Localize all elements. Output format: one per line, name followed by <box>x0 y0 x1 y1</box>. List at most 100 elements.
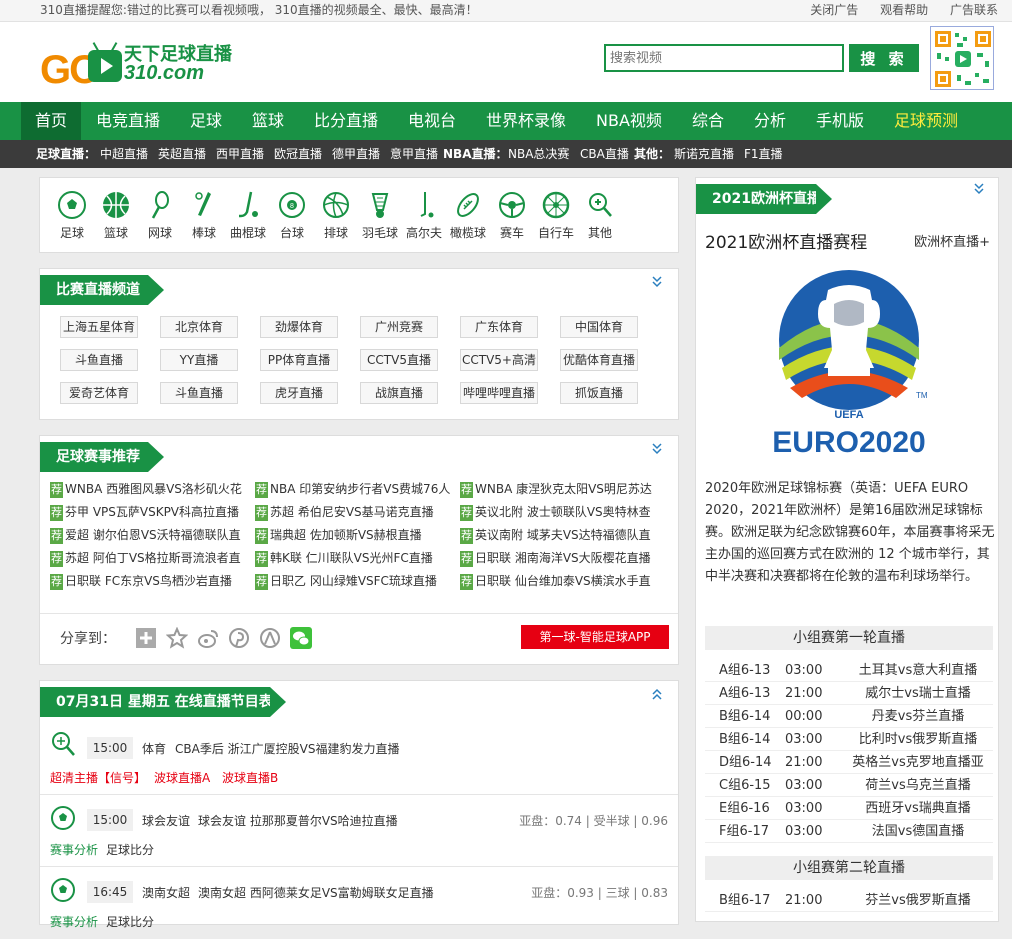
match-name[interactable]: 比利时vs俄罗斯直播 <box>843 728 993 751</box>
subnav-link[interactable]: NBA总决赛 <box>508 140 569 168</box>
nav-mobile[interactable]: 手机版 <box>816 102 864 140</box>
recommend-item[interactable]: 荐英议北附 波士顿联队VS奥特林查 <box>460 504 656 521</box>
recommend-item[interactable]: 荐瑞典超 佐加顿斯VS赫根直播 <box>255 527 451 544</box>
subnav-link[interactable]: 斯诺克直播 <box>674 140 734 168</box>
recommend-item[interactable]: 荐日职联 仙台维加泰VS横滨水手直 <box>460 573 656 590</box>
channel-link[interactable]: 抓饭直播 <box>560 382 638 404</box>
match-title[interactable]: CBA季后 浙江广厦控股VS福建豹发力直播 <box>175 740 399 757</box>
app-download-button[interactable]: 第一球-智能足球APP <box>521 625 669 649</box>
weibo-icon[interactable] <box>197 627 219 649</box>
nav-general[interactable]: 综合 <box>692 102 724 140</box>
channel-link[interactable]: 北京体育 <box>160 316 238 338</box>
channel-link[interactable]: YY直播 <box>160 349 238 371</box>
stream-link[interactable]: 波球直播A <box>154 769 210 786</box>
channel-link[interactable]: 虎牙直播 <box>260 382 338 404</box>
recommend-item[interactable]: 荐日职联 FC东京VS鸟栖沙岩直播 <box>50 573 246 590</box>
channel-link[interactable]: 战旗直播 <box>360 382 438 404</box>
sport-basketball[interactable]: 篮球 <box>96 190 136 241</box>
recommend-item[interactable]: 荐 WNBA 西雅图风暴VS洛杉矶火花 <box>50 481 246 498</box>
close-ad-link[interactable]: 关闭广告 <box>810 3 858 17</box>
channel-link[interactable]: 爱奇艺体育 <box>60 382 138 404</box>
match-name[interactable]: 法国vs德国直播 <box>843 820 993 843</box>
nav-football[interactable]: 足球 <box>190 102 222 140</box>
chevron-up-icon[interactable] <box>650 687 664 701</box>
recommend-item[interactable]: 荐 NBA 印第安纳步行者VS费城76人 <box>255 481 451 498</box>
euro-more-link[interactable]: 欧洲杯直播+ <box>914 231 990 250</box>
channel-link[interactable]: 广州竞赛 <box>360 316 438 338</box>
match-name[interactable]: 英格兰vs克罗地直播亚 <box>843 751 993 774</box>
analysis-link[interactable]: 赛事分析 <box>50 841 98 858</box>
stream-link[interactable]: 超清主播【信号】 <box>50 769 146 786</box>
nav-nba-video[interactable]: NBA视频 <box>596 102 662 140</box>
chevron-down-icon[interactable] <box>972 182 986 196</box>
sport-football[interactable]: 足球 <box>52 190 92 241</box>
channel-link[interactable]: CCTV5+高清 <box>460 349 538 371</box>
favorite-star-icon[interactable] <box>166 627 188 649</box>
recommend-item[interactable]: 荐日职联 湘南海洋VS大阪樱花直播 <box>460 550 656 567</box>
sport-badminton[interactable]: 羽毛球 <box>360 190 400 241</box>
recommend-item[interactable]: 荐韩K联 仁川联队VS光州FC直播 <box>255 550 451 567</box>
score-link[interactable]: 足球比分 <box>106 841 154 858</box>
sport-other[interactable]: 其他 <box>580 190 620 241</box>
subnav-link[interactable]: 中超直播 <box>100 140 148 168</box>
subnav-link[interactable]: 英超直播 <box>158 140 206 168</box>
nav-basketball[interactable]: 篮球 <box>252 102 284 140</box>
match-title[interactable]: 球会友谊 拉那那夏普尔VS哈迪拉直播 <box>198 812 398 829</box>
stream-link[interactable]: 波球直播B <box>222 769 278 786</box>
nav-home[interactable]: 首页 <box>21 102 82 140</box>
score-link[interactable]: 足球比分 <box>106 913 154 930</box>
match-name[interactable]: 威尔士vs瑞士直播 <box>843 682 993 705</box>
sport-hockey[interactable]: 曲棍球 <box>228 190 268 241</box>
subnav-link[interactable]: 欧冠直播 <box>274 140 322 168</box>
analysis-link[interactable]: 赛事分析 <box>50 913 98 930</box>
recommend-item[interactable]: 荐日职乙 冈山绿雉VSFC琉球直播 <box>255 573 451 590</box>
pinterest-icon[interactable] <box>228 627 250 649</box>
recommend-item[interactable]: 荐苏超 希伯尼安VS基马诺克直播 <box>255 504 451 521</box>
channel-link[interactable]: 哔哩哔哩直播 <box>460 382 538 404</box>
recommend-item[interactable]: 荐芬甲 VPS瓦萨VSKPV科高拉直播 <box>50 504 246 521</box>
nav-tv[interactable]: 电视台 <box>408 102 456 140</box>
sport-racing[interactable]: 赛车 <box>492 190 532 241</box>
share-more-icon[interactable] <box>135 627 157 649</box>
channel-link[interactable]: CCTV5直播 <box>360 349 438 371</box>
renren-icon[interactable] <box>259 627 281 649</box>
recommend-item[interactable]: 荐 WNBA 康涅狄克太阳VS明尼苏达 <box>460 481 656 498</box>
recommend-item[interactable]: 荐英议南附 域茅夫VS达特福德队直 <box>460 527 656 544</box>
sport-cycling[interactable]: 自行车 <box>536 190 576 241</box>
match-name[interactable]: 芬兰vs俄罗斯直播 <box>843 889 993 912</box>
subnav-link[interactable]: F1直播 <box>744 140 783 168</box>
channel-link[interactable]: 斗鱼直播 <box>60 349 138 371</box>
channel-link[interactable]: 斗鱼直播 <box>160 382 238 404</box>
chevron-down-icon[interactable] <box>650 442 664 456</box>
channel-link[interactable]: 广东体育 <box>460 316 538 338</box>
sport-volleyball[interactable]: 排球 <box>316 190 356 241</box>
wechat-icon[interactable] <box>290 627 312 649</box>
channel-link[interactable]: 上海五星体育 <box>60 316 138 338</box>
search-input[interactable] <box>604 44 844 72</box>
chevron-down-icon[interactable] <box>650 275 664 289</box>
recommend-item[interactable]: 荐爱超 谢尔伯恩VS沃特福德联队直 <box>50 527 246 544</box>
site-logo[interactable]: GO 天下足球直播 310.com <box>40 36 240 94</box>
match-title[interactable]: 澳南女超 西阿德莱女足VS富勒姆联女足直播 <box>198 884 434 901</box>
search-button[interactable]: 搜 索 <box>849 44 919 72</box>
ad-contact-link[interactable]: 广告联系 <box>950 3 998 17</box>
nav-prediction[interactable]: 足球预测 <box>894 102 958 140</box>
subnav-link[interactable]: 德甲直播 <box>332 140 380 168</box>
match-name[interactable]: 丹麦vs芬兰直播 <box>843 705 993 728</box>
recommend-item[interactable]: 荐苏超 阿伯丁VS格拉斯哥流浪者直 <box>50 550 246 567</box>
subnav-link[interactable]: 西甲直播 <box>216 140 264 168</box>
nav-esports[interactable]: 电竞直播 <box>96 102 160 140</box>
sport-baseball[interactable]: 棒球 <box>184 190 224 241</box>
help-link[interactable]: 观看帮助 <box>880 3 928 17</box>
sport-tennis[interactable]: 网球 <box>140 190 180 241</box>
subnav-link[interactable]: 意甲直播 <box>390 140 438 168</box>
nav-analysis[interactable]: 分析 <box>754 102 786 140</box>
nav-live-score[interactable]: 比分直播 <box>314 102 378 140</box>
match-name[interactable]: 土耳其vs意大利直播 <box>843 659 993 682</box>
match-name[interactable]: 荷兰vs乌克兰直播 <box>843 774 993 797</box>
sport-golf[interactable]: 高尔夫 <box>404 190 444 241</box>
channel-link[interactable]: 中国体育 <box>560 316 638 338</box>
channel-link[interactable]: PP体育直播 <box>260 349 338 371</box>
channel-link[interactable]: 优酷体育直播 <box>560 349 638 371</box>
channel-link[interactable]: 劲爆体育 <box>260 316 338 338</box>
